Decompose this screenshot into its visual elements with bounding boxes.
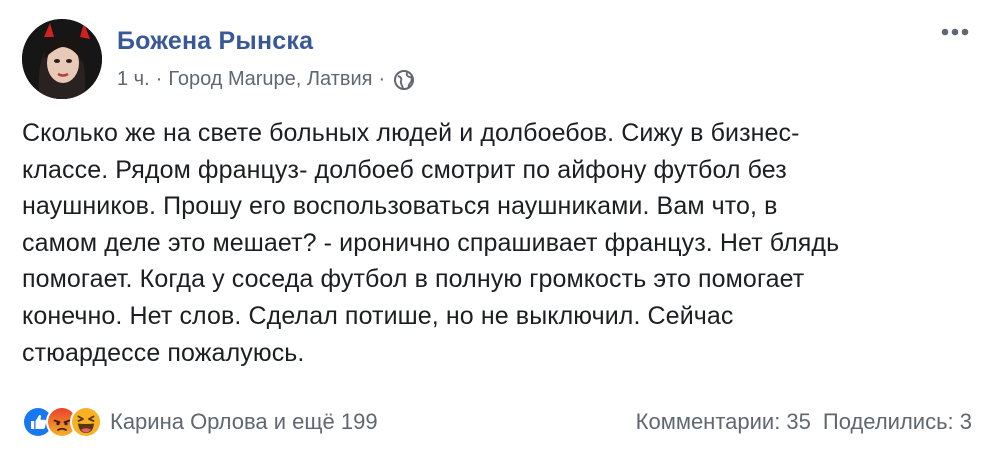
meta-separator: · (155, 68, 163, 90)
post-text-line: наушников. Прошу его воспользоваться нау… (22, 192, 778, 221)
post-text-line: классе. Рядом француз- долбоеб смотрит п… (22, 155, 787, 184)
post-text-line: помогает. Когда у соседа футбол в полную… (22, 265, 805, 294)
post-counts: Комментарии: 35 Поделились: 3 (636, 409, 972, 435)
comments-count[interactable]: Комментарии: 35 (636, 409, 811, 435)
post-text-line: Сколько же на свете больных людей и долб… (22, 119, 800, 147)
post-time[interactable]: 1 ч. (117, 68, 150, 91)
post-meta: 1 ч. · Город Marupe, Латвия · (117, 68, 415, 91)
author-name[interactable]: Божена Рынска (117, 27, 313, 56)
author-avatar[interactable] (22, 19, 102, 99)
reactions-summary[interactable]: Карина Орлова и ещё 199 (22, 406, 378, 438)
globe-icon[interactable] (393, 69, 415, 91)
post-footer: Карина Орлова и ещё 199 Комментарии: 35 … (22, 404, 972, 440)
reactions-text[interactable]: Карина Орлова и ещё 199 (110, 409, 378, 435)
haha-icon (70, 406, 102, 438)
meta-separator: · (378, 68, 386, 90)
facebook-post: Божена Рынска 1 ч. · Город Marupe, Латви… (0, 0, 992, 458)
post-text-line: стюардессе пожалуюсь. (22, 338, 305, 367)
shares-count[interactable]: Поделились: 3 (823, 409, 972, 435)
more-options-icon[interactable] (938, 20, 972, 44)
avatar-image (22, 19, 102, 99)
post-text-line: конечно. Нет слов. Сделал потише, но не … (22, 301, 734, 330)
post-location[interactable]: Город Marupe, Латвия (168, 68, 372, 91)
post-text-line: самом деле это мешает? - иронично спраши… (22, 228, 840, 257)
post-text: Сколько же на свете больных людей и долб… (22, 115, 962, 371)
reaction-icons (22, 406, 102, 438)
